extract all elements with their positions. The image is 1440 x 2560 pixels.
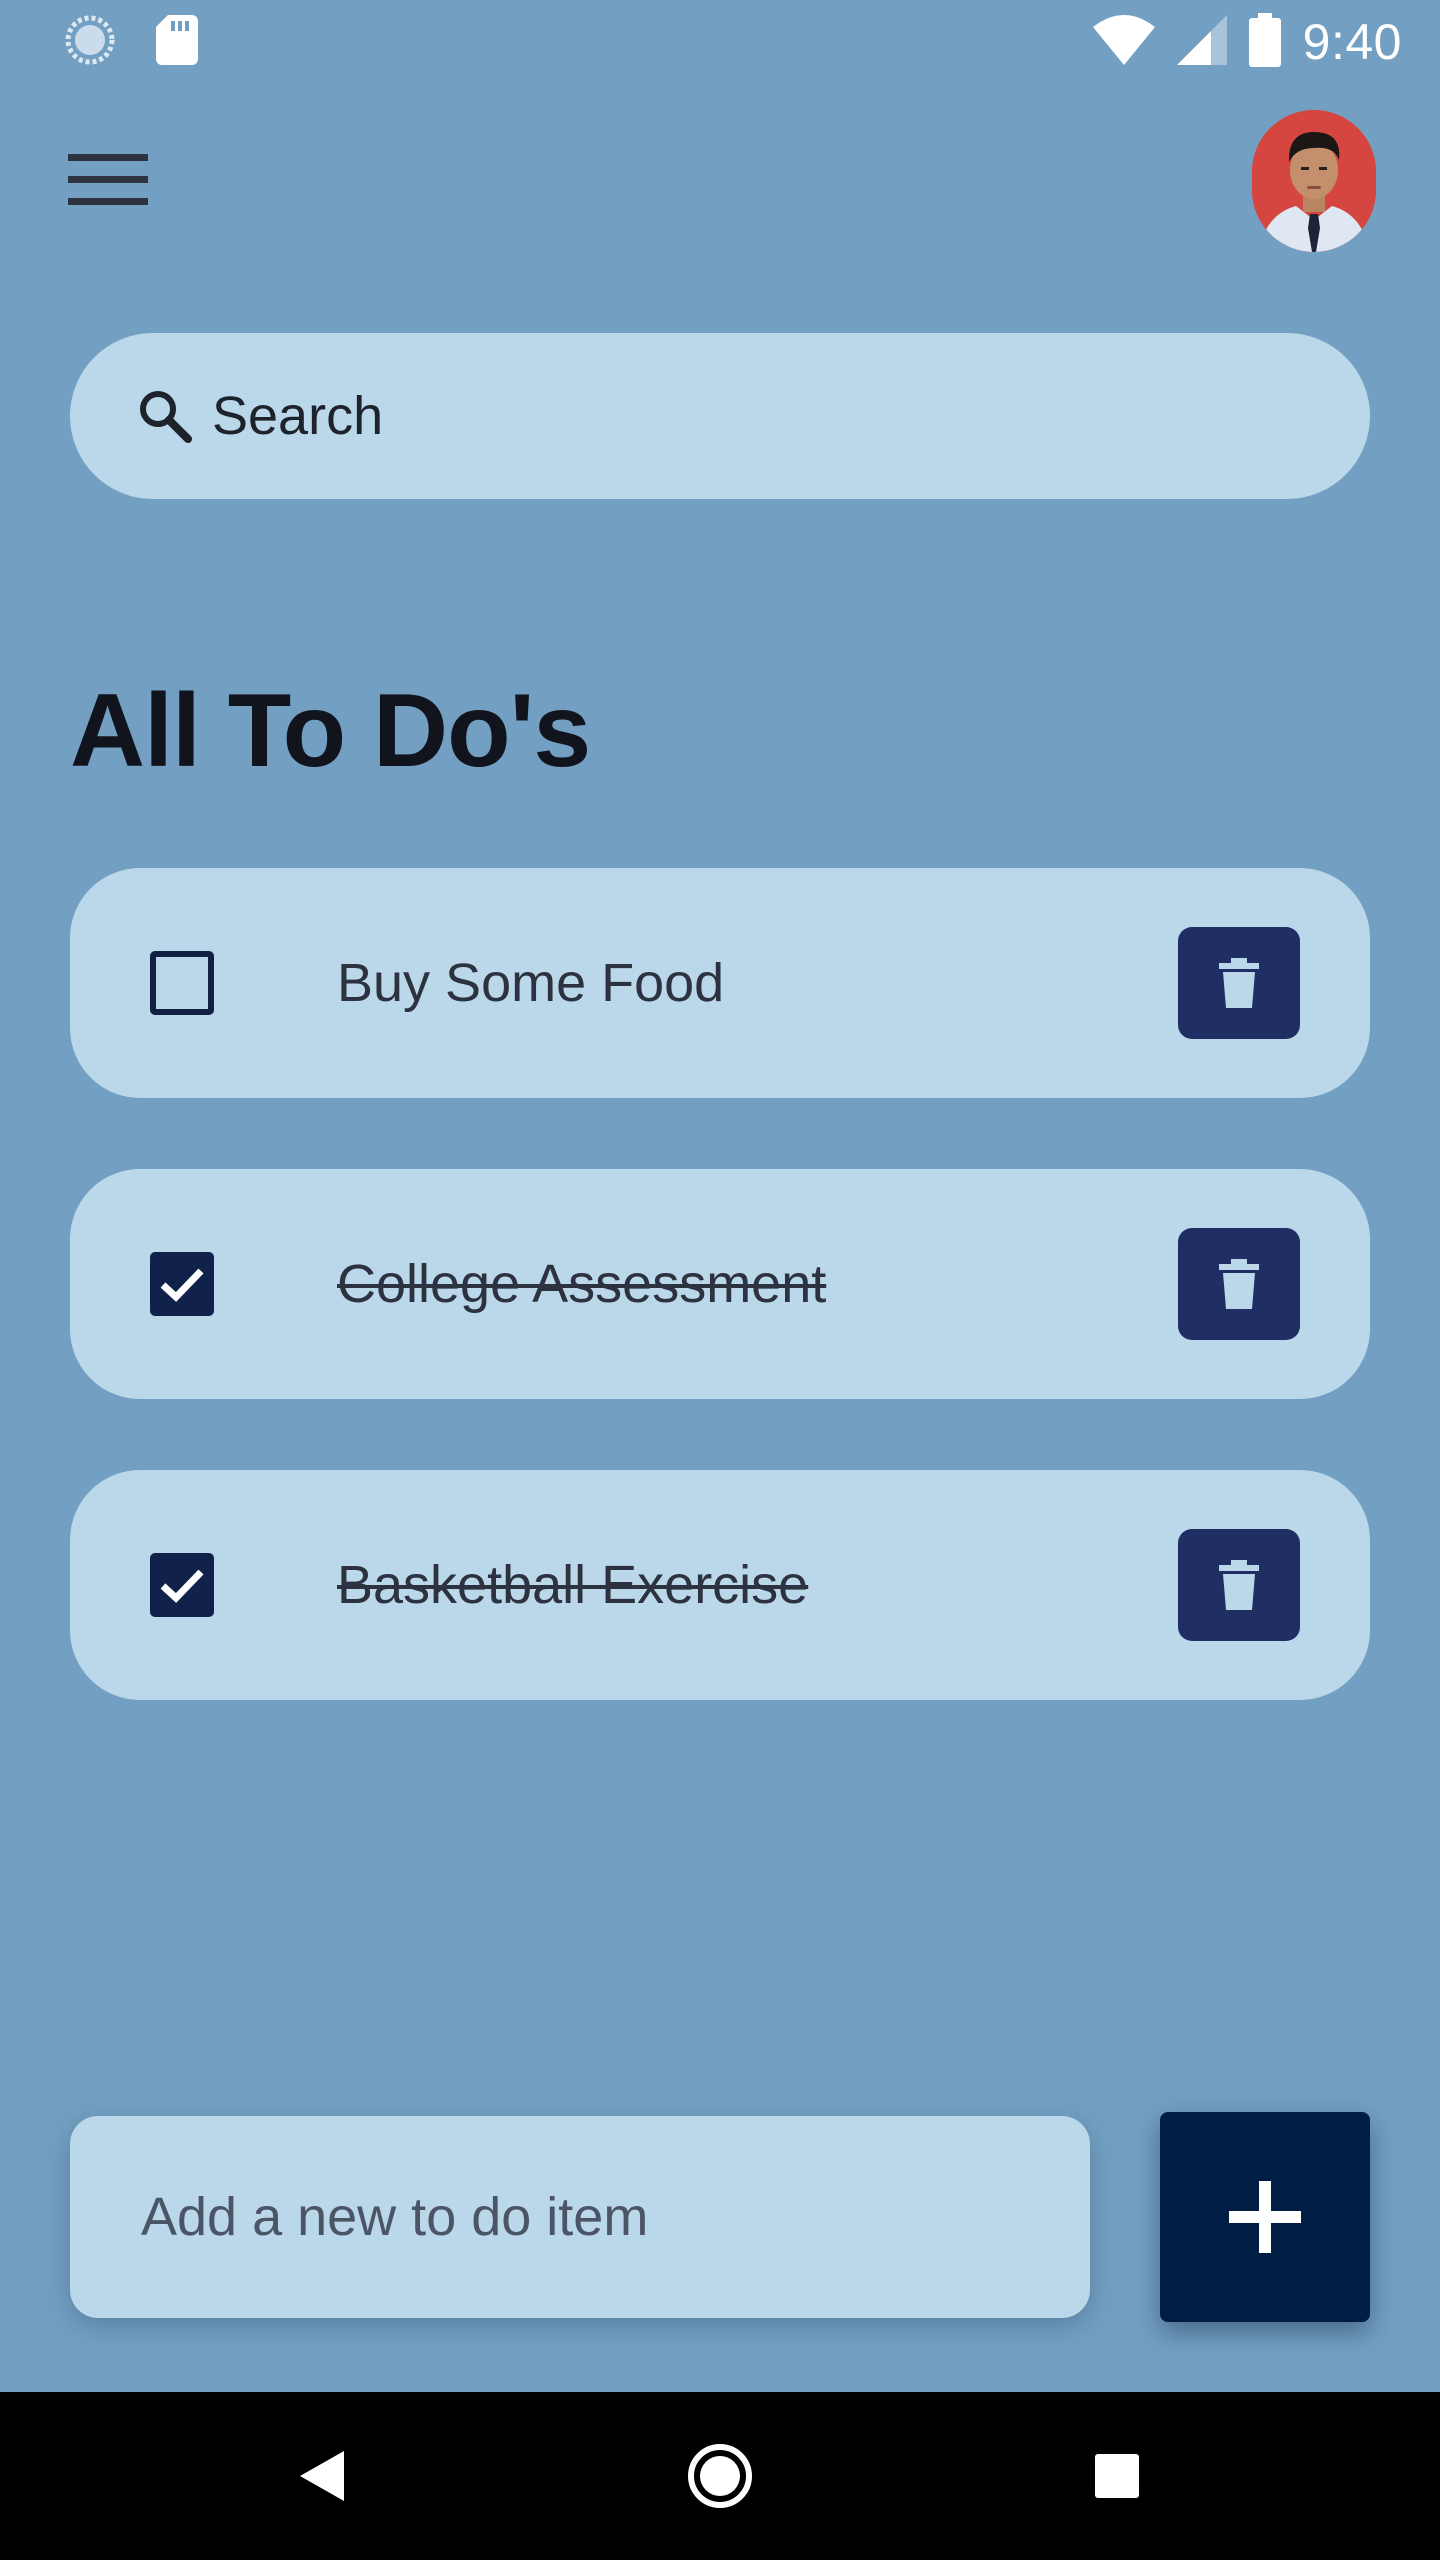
checkmark-icon [160,1569,204,1603]
todo-checkbox[interactable] [150,1252,214,1316]
page-title: All To Do's [70,673,591,789]
sd-card-icon [156,14,198,70]
todo-label: Basketball Exercise [337,1555,809,1615]
todo-item[interactable]: Basketball Exercise [70,1470,1370,1700]
todo-screen: 9:40 Search All To Do's Buy Some Food Co… [0,0,1440,2560]
back-button[interactable] [262,2416,382,2536]
todo-label: College Assessment [337,1254,827,1314]
delete-button[interactable] [1178,927,1300,1039]
signal-icon [1176,14,1227,70]
trash-icon [1219,958,1259,1008]
todo-label: Buy Some Food [337,953,725,1013]
status-left [64,14,238,71]
todo-checkbox[interactable] [150,951,214,1015]
add-todo-button[interactable] [1160,2112,1370,2322]
menu-button[interactable] [60,140,156,220]
back-icon [300,2451,344,2501]
status-time: 9:40 [1302,14,1402,70]
hamburger-menu-icon [68,154,148,205]
sync-icon [64,14,116,71]
trash-icon [1219,1259,1259,1309]
home-icon [688,2444,752,2508]
trash-icon [1219,1560,1259,1610]
home-button[interactable] [660,2416,780,2536]
search-icon [140,391,192,443]
delete-button[interactable] [1178,1529,1300,1641]
add-todo-input[interactable] [141,2186,1041,2248]
delete-button[interactable] [1178,1228,1300,1340]
add-todo-field[interactable] [70,2116,1090,2318]
search-bar[interactable] [70,333,1370,499]
user-avatar[interactable] [1252,110,1376,252]
checkmark-icon [160,1268,204,1302]
recents-icon [1095,2454,1139,2498]
status-bar: 9:40 [0,0,1440,84]
todo-item[interactable]: Buy Some Food [70,868,1370,1098]
battery-icon [1248,12,1281,72]
todo-item[interactable]: College Assessment [70,1169,1370,1399]
todo-checkbox[interactable] [150,1553,214,1617]
system-nav-bar [0,2392,1440,2560]
recents-button[interactable] [1057,2416,1177,2536]
wifi-icon [1092,14,1155,70]
plus-icon [1229,2181,1301,2253]
status-right: 9:40 [1071,12,1402,72]
search-input[interactable] [212,385,1212,447]
